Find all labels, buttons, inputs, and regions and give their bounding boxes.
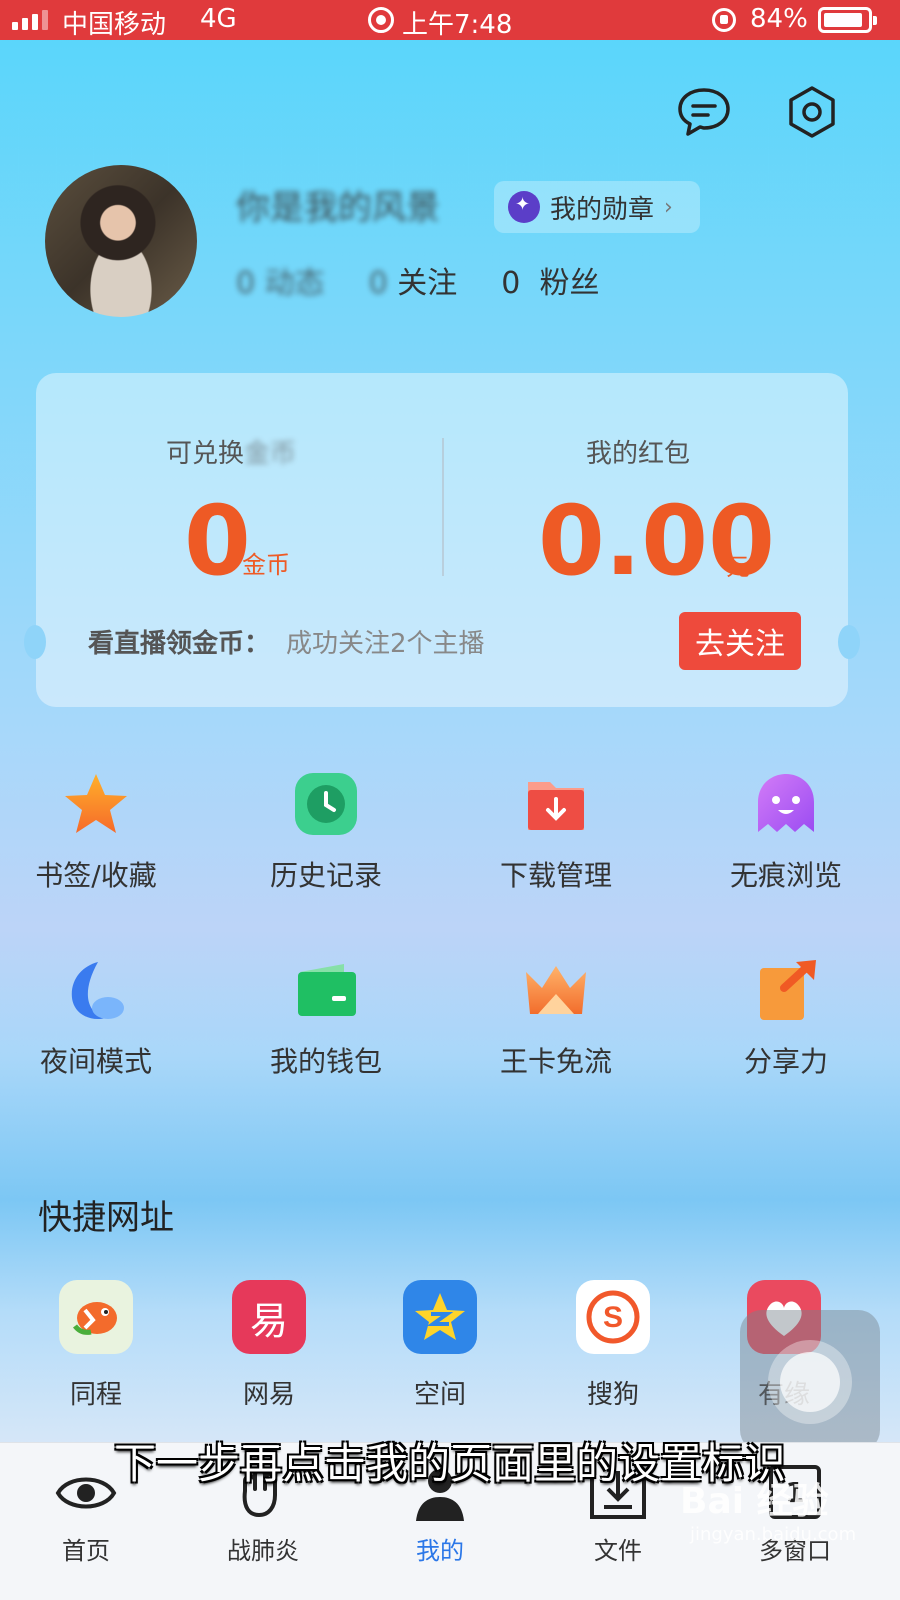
tab-mine[interactable]: 我的 (370, 1443, 510, 1600)
shortcuts-title: 快捷网址 (38, 1198, 174, 1238)
tab-label: 战肺炎 (227, 1537, 299, 1565)
settings-icon[interactable] (784, 84, 840, 140)
grid-label: 下载管理 (499, 859, 612, 892)
battery-percent: 84% (750, 4, 808, 34)
grid-label: 王卡免流 (499, 1045, 612, 1078)
live-coin-desc: 成功关注2个主播 (286, 629, 485, 659)
stat-posts[interactable]: 0 动态 (236, 258, 325, 302)
screen-record-icon (368, 7, 394, 33)
sogou-icon: S (576, 1280, 650, 1354)
floating-assistive-ball[interactable] (740, 1310, 880, 1452)
tongcheng-icon (59, 1280, 133, 1354)
qzone-icon (403, 1280, 477, 1354)
grid-item-incognito[interactable]: 无痕浏览 (706, 772, 866, 902)
grid-item-downloads[interactable]: 下载管理 (476, 772, 636, 902)
svg-text:S: S (603, 1301, 623, 1334)
netease-icon: 易 (232, 1280, 306, 1354)
crown-icon (526, 966, 586, 1014)
divider (442, 438, 444, 576)
grid-label: 无痕浏览 (729, 859, 842, 892)
stat-following[interactable]: 0 关注 (369, 258, 458, 302)
grid-item-bookmarks[interactable]: 书签/收藏 (16, 772, 176, 902)
shortcut-label: 空间 (413, 1380, 466, 1410)
eye-icon (55, 1477, 117, 1509)
red-packet-unit: 元 (726, 553, 750, 581)
red-packet-label: 我的红包 (586, 439, 691, 469)
person-icon (416, 1469, 464, 1521)
chevron-right-icon: › (664, 194, 673, 220)
grid-label: 我的钱包 (269, 1045, 382, 1078)
grid-item-wallet[interactable]: 我的钱包 (246, 958, 406, 1088)
rotation-lock-icon (712, 8, 736, 32)
live-coin-label: 看直播领金币： (88, 629, 271, 659)
tab-label: 我的 (416, 1537, 464, 1565)
shortcut-netease[interactable]: 易 网易 (209, 1280, 329, 1410)
coin-label: 可兑换金币 (166, 439, 297, 469)
tab-fight-pneumonia[interactable]: 战肺炎 (193, 1443, 333, 1600)
shortcut-label: 搜狗 (586, 1380, 639, 1410)
tab-home[interactable]: 首页 (16, 1443, 156, 1600)
tab-label: 文件 (594, 1537, 642, 1565)
shortcut-sogou[interactable]: S 搜狗 (553, 1280, 673, 1410)
grid-item-share[interactable]: 分享力 (706, 958, 866, 1088)
shortcut-label: 同程 (69, 1380, 122, 1410)
message-icon[interactable] (676, 84, 732, 140)
coin-value[interactable]: 0 (184, 485, 251, 597)
clock-icon (295, 773, 357, 835)
wallet-icon (298, 964, 356, 1016)
clock: 上午7:48 (402, 10, 513, 40)
moon-icon (71, 962, 124, 1020)
shortcut-tongcheng[interactable]: 同程 (36, 1280, 156, 1410)
medal-label: 我的勋章 (550, 194, 655, 225)
grid-item-wangka[interactable]: 王卡免流 (476, 958, 636, 1088)
avatar[interactable] (45, 165, 197, 317)
signal-icon (12, 10, 48, 30)
download-folder-icon (528, 782, 584, 830)
status-bar: 中国移动 4G 上午7:48 84% (0, 0, 900, 40)
file-download-icon (590, 1471, 646, 1519)
medal-icon (508, 191, 540, 223)
coin-unit: 金币 (242, 551, 290, 579)
grid-label: 历史记录 (269, 859, 382, 892)
network-type: 4G (200, 4, 237, 34)
carrier-name: 中国移动 (62, 10, 167, 40)
star-icon (65, 774, 127, 833)
watermark: Bai 经验 jingyan.baidu.com (680, 1481, 857, 1545)
follow-button[interactable]: 去关注 (679, 612, 801, 670)
grid-label: 书签/收藏 (35, 859, 157, 892)
wallet-card: 可兑换金币 0 金币 我的红包 0.00 元 看直播领金币： 成功关注2个主播 … (24, 373, 860, 707)
stat-fans[interactable]: 0 粉丝 (501, 258, 599, 302)
shortcut-qzone[interactable]: 空间 (380, 1280, 500, 1410)
battery-icon (818, 7, 877, 33)
medal-button[interactable]: 我的勋章 › (494, 181, 700, 233)
shortcut-label: 网易 (242, 1380, 295, 1410)
grid-label: 夜间模式 (39, 1045, 152, 1078)
tab-label: 首页 (62, 1537, 110, 1565)
tab-files[interactable]: 文件 (548, 1443, 688, 1600)
fist-icon (242, 1468, 277, 1517)
grid-item-night-mode[interactable]: 夜间模式 (16, 958, 176, 1088)
grid-label: 分享力 (743, 1045, 828, 1078)
username[interactable]: 你是我的风景 (236, 180, 440, 229)
ghost-icon (758, 774, 814, 832)
share-icon (760, 960, 816, 1020)
profile-stats: 0 动态 0 关注 0 粉丝 (236, 258, 599, 302)
grid-item-history[interactable]: 历史记录 (246, 772, 406, 902)
